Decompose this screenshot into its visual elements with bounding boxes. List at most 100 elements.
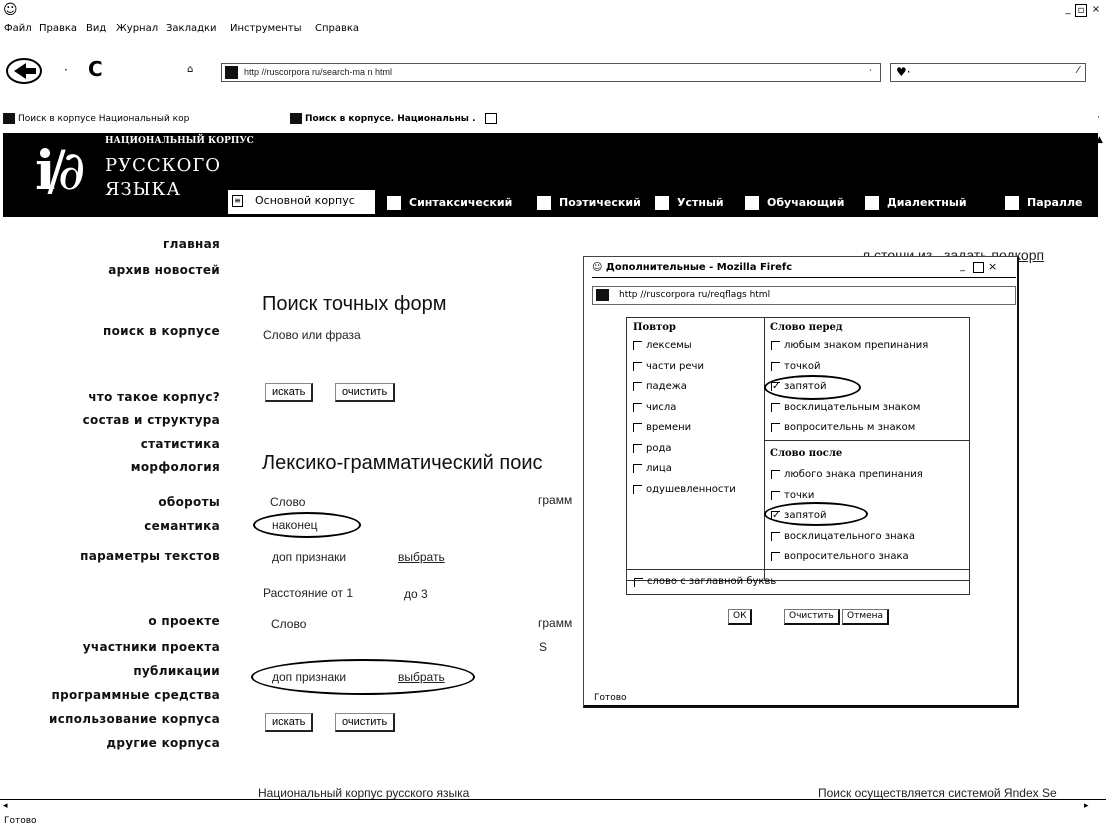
firefox-app-icon: ☺ [3,2,18,18]
search-go-icon[interactable]: ⁄ [1077,65,1079,76]
nav-item-semantics[interactable]: семантика [144,519,220,533]
page-scrollbar[interactable]: ▲ [1096,133,1106,793]
option-checkbox[interactable] [771,490,780,500]
option-checkbox[interactable] [771,470,780,479]
nav-item-corpus-search[interactable]: поиск в корпусе [103,324,220,338]
capital-checkbox[interactable] [634,578,643,587]
maximize-button[interactable]: ▫ [1075,4,1087,17]
option-checkbox[interactable] [633,484,642,494]
capital-panel: слово с заглавной буквь [626,569,970,595]
popup-url-bar[interactable]: http //ruscorpora ru/reqflags html [592,286,1016,305]
option-checkbox[interactable] [633,341,642,350]
nav-item-structure[interactable]: состав и структура [83,413,220,427]
bookmark-folder-icon [484,113,497,124]
nav-item-software[interactable]: программные средства [52,688,220,702]
tab-main-corpus[interactable]: ≡ Основной корпус [228,190,375,214]
lexgram-search-button[interactable]: искать [265,713,314,732]
url-bar[interactable]: http //ruscorpora ru/search-ma n html · [221,63,881,82]
bookmarks-overflow-icon[interactable]: · [1097,113,1100,123]
nav-item-statistics[interactable]: статистика [141,437,220,451]
popup-status-divider [584,705,1018,706]
menu-tools[interactable]: Инструменты [230,23,302,34]
distance-to-label: до 3 [404,587,428,601]
nav-item-participants[interactable]: участники проекта [83,640,220,654]
option-checkbox[interactable] [771,531,780,541]
nav-item-about[interactable]: о проекте [148,614,220,628]
nav-item-publications[interactable]: публикации [133,664,220,678]
word-after-label: Слово после [770,448,843,459]
nav-item-news-archive[interactable]: архив новостей [108,263,220,277]
option-checkbox[interactable] [771,361,780,371]
gram2-label: грамм [538,616,573,630]
status-bar-text: Готово [4,816,37,826]
popup-maximize-button[interactable] [973,262,984,273]
option-label: вопросительного знака [784,551,909,562]
reload-icon[interactable]: C [88,57,103,81]
distance-from-label: Расстояние от 1 [263,586,354,600]
history-dropdown-icon[interactable]: · [64,63,68,77]
option-label: падежа [646,381,687,392]
option-checkbox[interactable] [771,423,780,432]
nav-item-other-corpora[interactable]: другие корпуса [106,736,220,750]
menu-file[interactable]: Файл [4,23,32,34]
logo-title-small: НАЦИОНАЛЬНЫЙ КОРПУС [105,136,254,146]
bookmark-item[interactable]: Поиск в корпусе Национальный кор [3,113,189,124]
exact-clear-button[interactable]: очистить [335,383,396,402]
popup-favicon-icon [596,289,609,301]
url-dropdown-icon[interactable]: · [869,66,872,76]
menu-edit[interactable]: Правка [39,23,77,34]
popup-cancel-button[interactable]: Отмена [842,609,890,625]
menu-history[interactable]: Журнал [116,23,158,34]
annotation-oval [251,659,475,695]
s-text: S [539,640,548,654]
extra1-select-link[interactable]: выбрать [398,550,445,564]
exact-phrase-label: Слово или фраза [263,328,361,342]
option-checkbox[interactable] [633,443,642,453]
option-label: восклицательным знаком [784,401,921,413]
lexgram-search-heading: Лексико-грамматический поис [262,452,543,474]
back-arrow-icon [6,58,42,84]
close-button[interactable]: × [1090,4,1102,17]
back-forward-button[interactable] [4,57,46,85]
bookmark-item[interactable]: Поиск в корпусе. Национальны . [290,113,497,124]
option-checkbox[interactable] [633,423,642,432]
option-checkbox[interactable] [633,464,642,473]
site-header: ℹ∕∂ НАЦИОНАЛЬНЫЙ КОРПУС РУССКОГО ЯЗЫКА ≡… [3,133,1098,217]
option-checkbox[interactable] [633,402,642,412]
lexgram-clear-button[interactable]: очистить [335,713,396,732]
option-checkbox[interactable] [771,341,780,350]
exact-search-heading: Поиск точных форм [262,293,447,315]
nav-item-what-is-corpus[interactable]: что такое корпус? [88,390,220,404]
scroll-left-icon[interactable]: ◂ [3,801,8,811]
search-engine-icon[interactable]: ♥· [896,65,911,79]
minimize-button[interactable]: _ [1062,4,1074,17]
exact-search-button[interactable]: искать [265,383,314,402]
search-bar[interactable]: ♥· ⁄ [890,63,1086,82]
nav-item-home[interactable]: главная [163,237,220,251]
popup-ok-button[interactable]: ОК [728,609,753,625]
option-checkbox[interactable] [633,361,642,371]
nav-item-corpus-usage[interactable]: использование корпуса [49,712,220,726]
popup-clear-button[interactable]: Очистить [784,609,840,625]
scroll-right-icon[interactable]: ▸ [1084,801,1089,811]
horizontal-scrollbar[interactable]: ◂ ▸ [0,799,1106,813]
popup-minimize-button[interactable]: _ [960,261,965,272]
scroll-up-icon[interactable]: ▲ [1096,135,1103,145]
option-label: числа [646,401,677,413]
option-checkbox[interactable] [771,552,780,561]
word1-label: Слово [270,495,306,509]
popup-status-text: Готово [594,693,627,703]
option-label: лица [646,463,672,474]
nav-item-morphology[interactable]: морфология [131,460,220,474]
option-label: точки [784,489,815,501]
menu-bookmarks[interactable]: Закладки [166,23,217,34]
option-checkbox[interactable] [633,382,642,391]
home-icon[interactable]: ⌂ [187,64,193,75]
menu-view[interactable]: Вид [86,23,106,34]
option-checkbox[interactable] [771,402,780,412]
popup-close-button[interactable]: × [988,260,997,273]
nav-item-phrases[interactable]: обороты [158,495,220,509]
nav-item-text-params[interactable]: параметры текстов [80,549,220,563]
firefox-icon: ☺ [592,262,603,273]
menu-help[interactable]: Справка [315,23,359,34]
